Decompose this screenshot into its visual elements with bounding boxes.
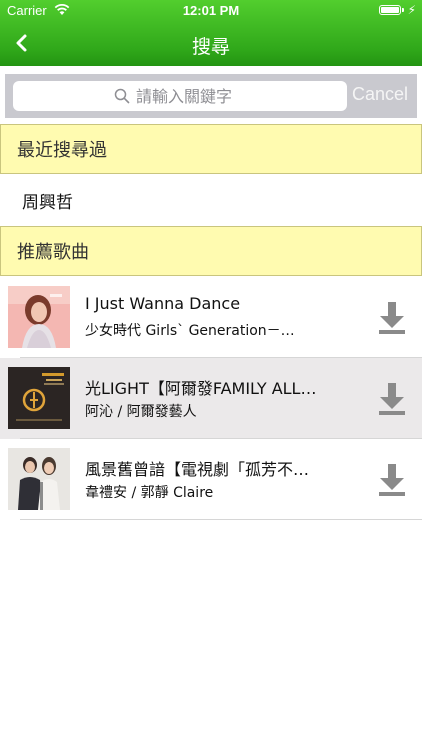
recommended-songs-header: 推薦歌曲 — [0, 226, 422, 276]
row-divider — [20, 519, 422, 520]
song-row[interactable]: 光LIGHT【阿爾發FAMILY ALL… 阿沁 / 阿爾發藝人 — [0, 358, 422, 439]
charging-bolt-icon: ⚡ — [407, 3, 416, 17]
album-cover-image — [8, 448, 70, 510]
search-icon — [114, 88, 130, 104]
chevron-left-icon[interactable] — [8, 28, 38, 58]
song-title: 光LIGHT【阿爾發FAMILY ALL… — [85, 379, 317, 398]
battery-icon — [379, 5, 404, 15]
recent-search-item[interactable]: 周興哲 — [22, 188, 73, 213]
song-title: 風景舊曾諳【電視劇「孤芳不… — [85, 460, 310, 479]
download-icon[interactable] — [377, 299, 407, 335]
download-icon[interactable] — [377, 461, 407, 497]
song-artist: 少女時代 Girls` Generation－… — [85, 323, 295, 339]
recent-searches-header: 最近搜尋過 — [0, 124, 422, 174]
cancel-button[interactable]: Cancel — [352, 84, 408, 105]
navigation-bar: 搜尋 — [0, 22, 422, 66]
album-cover-image — [8, 286, 70, 348]
album-cover-image — [8, 367, 70, 429]
top-bar: Carrier 12:01 PM ⚡ 搜尋 — [0, 0, 422, 66]
status-time: 12:01 PM — [182, 3, 240, 18]
status-bar: Carrier 12:01 PM ⚡ — [0, 0, 422, 22]
song-title: I Just Wanna Dance — [85, 294, 241, 313]
song-artist: 阿沁 / 阿爾發藝人 — [85, 404, 197, 420]
song-row[interactable]: I Just Wanna Dance 少女時代 Girls` Generatio… — [0, 277, 422, 358]
search-input[interactable] — [136, 86, 246, 106]
page-title: 搜尋 — [191, 36, 230, 58]
song-artist: 韋禮安 / 郭靜 Claire — [85, 485, 214, 501]
search-field[interactable] — [13, 81, 347, 111]
download-icon[interactable] — [377, 380, 407, 416]
song-row[interactable]: 風景舊曾諳【電視劇「孤芳不… 韋禮安 / 郭靜 Claire — [0, 439, 422, 520]
search-bar: Cancel — [5, 74, 417, 118]
